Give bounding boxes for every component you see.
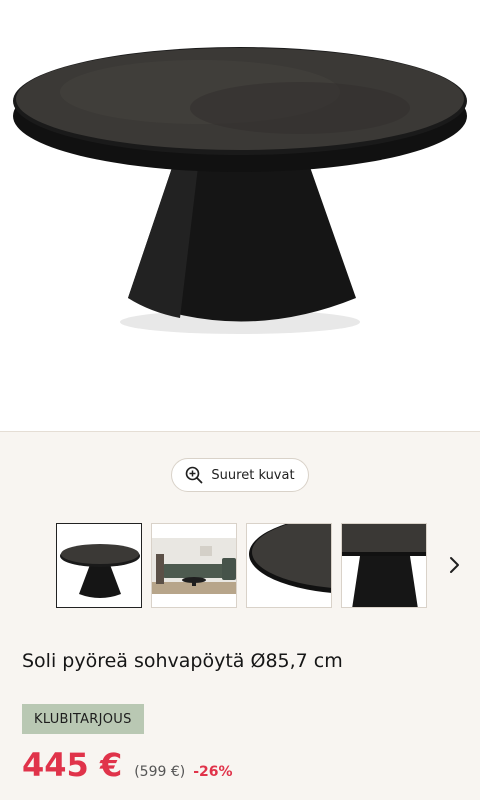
- large-images-button[interactable]: Suuret kuvat: [171, 458, 309, 492]
- thumbnail-1[interactable]: [56, 523, 142, 608]
- current-price: 445 €: [22, 746, 123, 784]
- price-row: 445 € (599 €) -26%: [22, 746, 233, 784]
- product-title: Soli pyöreä sohvapöytä Ø85,7 cm: [22, 650, 343, 672]
- club-offer-badge: KLUBITARJOUS: [22, 704, 144, 734]
- thumbnail-strip: [56, 523, 427, 608]
- thumbnail-3[interactable]: [246, 523, 332, 608]
- chevron-right-icon: [450, 557, 459, 573]
- product-main-image[interactable]: [0, 0, 480, 432]
- thumbnail-2[interactable]: [151, 523, 237, 608]
- discount-percent: -26%: [193, 764, 233, 780]
- gallery-next-button[interactable]: [440, 550, 468, 580]
- zoom-in-icon: [186, 466, 203, 484]
- coffee-table-image: [13, 47, 467, 334]
- thumbnail-4[interactable]: [341, 523, 427, 608]
- large-images-label: Suuret kuvat: [211, 467, 295, 483]
- original-price: (599 €): [134, 764, 186, 780]
